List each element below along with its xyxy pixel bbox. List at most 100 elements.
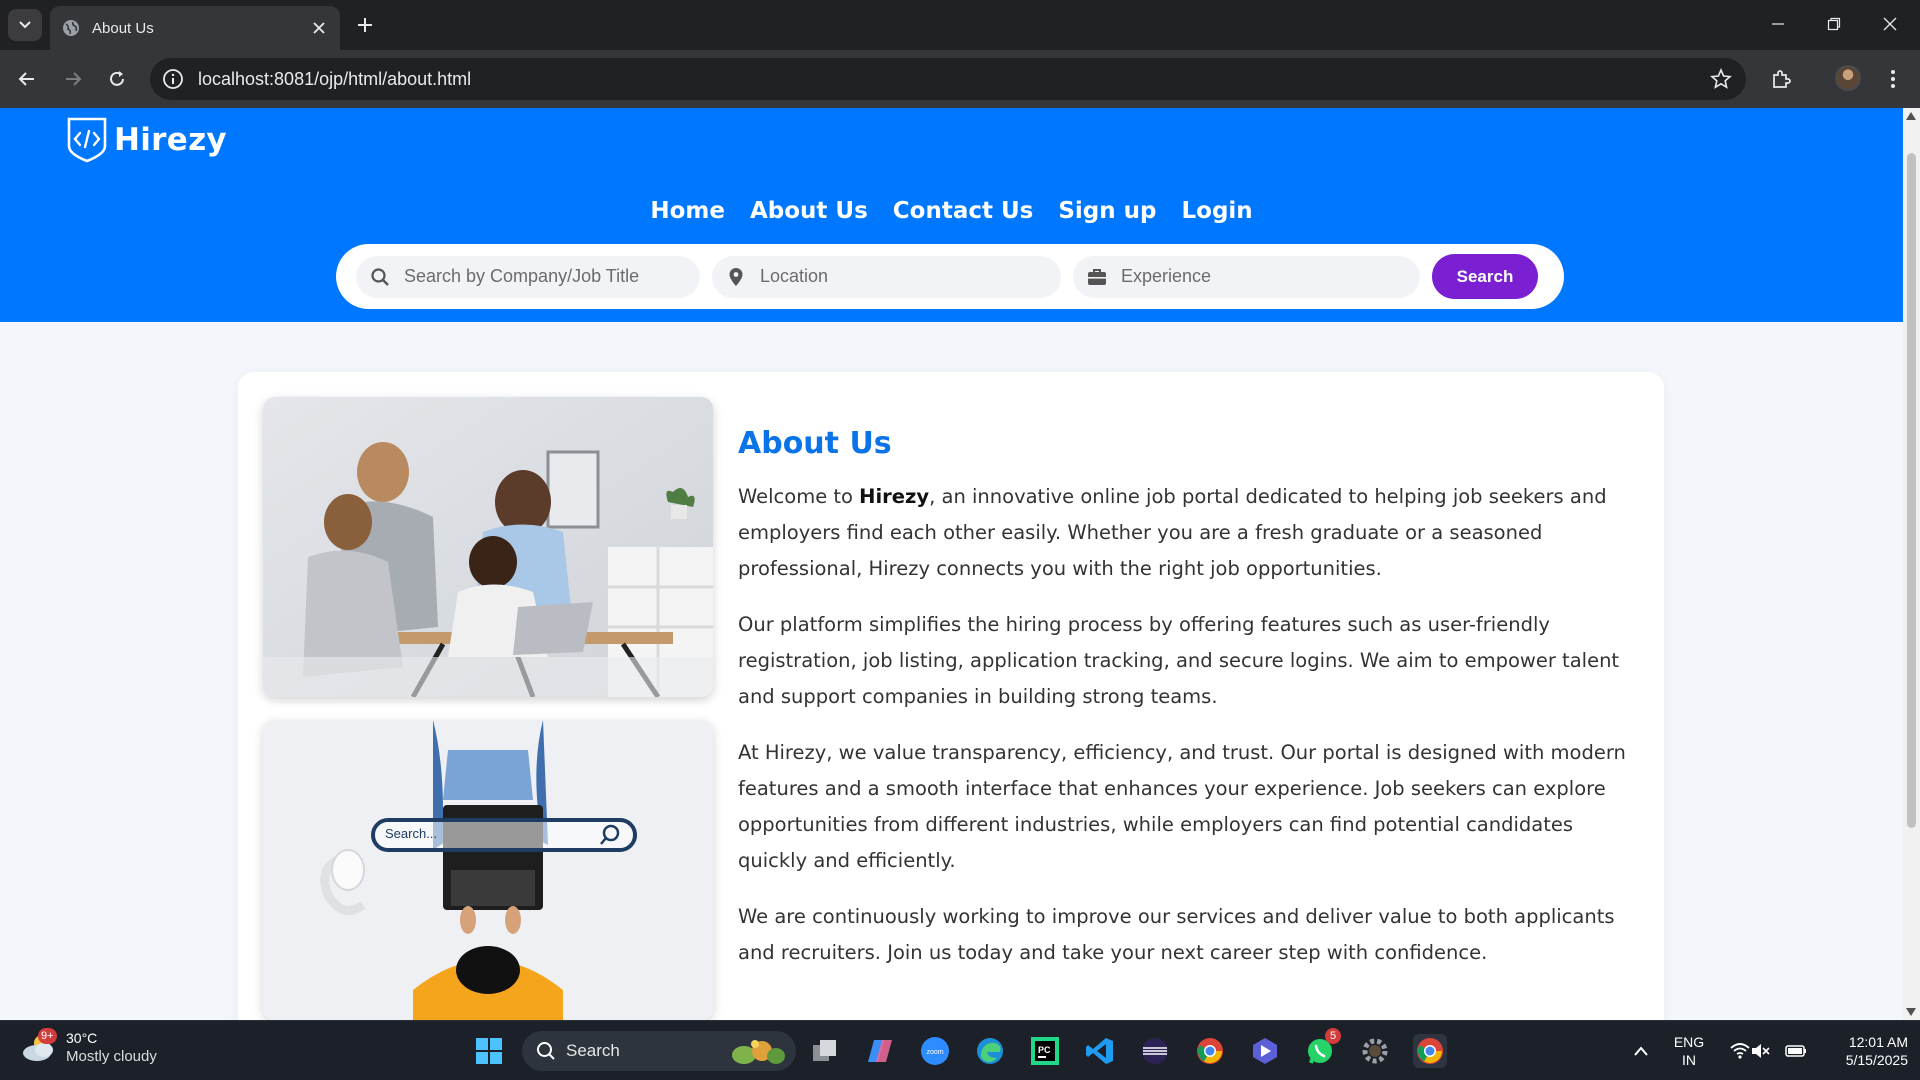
restore-button[interactable] (1812, 8, 1856, 40)
browser-tab-strip: About Us (0, 0, 1920, 50)
bookmark-star-icon[interactable] (1710, 68, 1732, 90)
pycharm-app[interactable]: PC (1028, 1034, 1062, 1068)
scroll-down-arrow-icon[interactable] (1906, 1008, 1916, 1016)
svg-text:PC: PC (1038, 1045, 1051, 1055)
browser-toolbar: localhost:8081/ojp/html/about.html (0, 50, 1920, 108)
brand-highlight: Hirezy (859, 485, 930, 508)
nav-sign-up[interactable]: Sign up (1058, 198, 1156, 224)
weather-temperature: 30°C (66, 1030, 98, 1046)
svg-text:zoom: zoom (926, 1049, 943, 1056)
search-highlight-icon (732, 1040, 785, 1064)
nav-contact-us[interactable]: Contact Us (893, 198, 1034, 224)
settings-app[interactable] (1358, 1034, 1392, 1068)
experience-input[interactable]: Experience (1073, 255, 1420, 298)
zoom-app[interactable]: zoom (918, 1034, 952, 1068)
experience-placeholder: Experience (1121, 266, 1212, 286)
globe-icon (63, 20, 79, 36)
close-window-button[interactable] (1868, 8, 1912, 40)
clock[interactable]: 12:01 AM 5/15/2025 (1818, 1033, 1908, 1069)
new-tab-button[interactable] (352, 12, 378, 38)
extensions-button[interactable] (1766, 64, 1796, 94)
minimize-button[interactable] (1756, 8, 1800, 40)
task-view-icon (813, 1040, 836, 1061)
start-button[interactable] (472, 1034, 506, 1068)
vscode-app[interactable] (1083, 1034, 1117, 1068)
whatsapp-badge: 5 (1325, 1028, 1341, 1044)
eclipse-icon (1142, 1038, 1168, 1064)
more-vertical-icon (1891, 70, 1895, 88)
search-icon (371, 267, 389, 286)
plus-icon (358, 18, 372, 32)
tab-search-button[interactable] (8, 9, 42, 41)
task-view-button[interactable] (808, 1034, 842, 1068)
site-logo[interactable]: Hirezy (66, 116, 227, 164)
windows-taskbar: 9+ 30°C Mostly cloudy Search zoom PC 5 E… (0, 1020, 1920, 1080)
search-button[interactable]: Search (1432, 254, 1538, 299)
address-bar[interactable]: localhost:8081/ojp/html/about.html (150, 58, 1746, 100)
hexagon-app-icon (1253, 1038, 1277, 1064)
arrow-left-icon (18, 72, 34, 86)
browser-menu-button[interactable] (1878, 64, 1908, 94)
volume-muted-icon (1752, 1044, 1770, 1058)
windows-logo-icon (476, 1038, 502, 1064)
language-indicator[interactable]: ENG IN (1670, 1033, 1708, 1069)
location-input[interactable]: Location (712, 255, 1061, 298)
battery-indicator[interactable] (1782, 1034, 1810, 1068)
chrome-app[interactable] (1193, 1034, 1227, 1068)
scroll-up-arrow-icon[interactable] (1906, 112, 1916, 120)
taskbar-search[interactable]: Search (522, 1031, 796, 1071)
chrome-icon (1417, 1038, 1443, 1064)
team-meeting-image (263, 397, 713, 697)
browser-tab-active[interactable]: About Us (50, 6, 340, 50)
about-paragraph-1: Welcome to Hirezy, an innovative online … (738, 485, 1607, 580)
nav-home[interactable]: Home (650, 198, 725, 224)
company-search-input[interactable]: Search by Company/Job Title (356, 255, 700, 298)
gear-icon (1362, 1038, 1388, 1064)
about-content: About Us Welcome to Hirezy, an innovativ… (738, 426, 1638, 991)
edge-app[interactable] (973, 1034, 1007, 1068)
chrome-icon (1197, 1038, 1223, 1064)
about-paragraph-2: Our platform simplifies the hiring proce… (738, 613, 1620, 708)
copilot-icon (868, 1040, 892, 1062)
location-pin-icon (729, 267, 743, 286)
nav-about-us[interactable]: About Us (750, 198, 868, 224)
code-shield-icon (67, 117, 107, 163)
job-search-bar: Search by Company/Job Title Location Exp… (336, 244, 1564, 309)
arrow-right-icon (66, 72, 82, 86)
clock-time: 12:01 AM (1848, 1034, 1908, 1050)
weather-widget[interactable]: 9+ 30°C Mostly cloudy (20, 1028, 157, 1067)
eclipse-app[interactable] (1138, 1034, 1172, 1068)
page-scrollbar[interactable] (1903, 108, 1920, 1020)
profile-avatar[interactable] (1835, 65, 1861, 91)
site-info-icon[interactable] (162, 68, 184, 90)
tab-title: About Us (92, 19, 154, 37)
search-icon (537, 1042, 555, 1060)
wifi-icon (1730, 1043, 1750, 1059)
forward-button[interactable] (58, 64, 88, 94)
back-button[interactable] (12, 64, 42, 94)
tray-overflow-button[interactable] (1624, 1034, 1658, 1068)
briefcase-icon (1088, 268, 1106, 285)
reload-button[interactable] (102, 64, 132, 94)
chrome-active-app[interactable] (1413, 1034, 1447, 1068)
nav-login[interactable]: Login (1181, 198, 1252, 224)
whatsapp-app[interactable]: 5 (1303, 1028, 1341, 1068)
about-paragraph-3: At Hirezy, we value transparency, effici… (738, 741, 1626, 872)
close-icon (1883, 17, 1897, 31)
scrollbar-thumb[interactable] (1907, 153, 1916, 828)
network-volume-battery[interactable] (1718, 1034, 1782, 1068)
main-nav: Home About Us Contact Us Sign up Login (0, 198, 1903, 224)
chevron-down-icon (19, 21, 31, 29)
reload-icon (110, 71, 124, 86)
chevron-up-icon (1634, 1046, 1648, 1056)
image-search-text: Search... (385, 826, 438, 841)
edge-icon (977, 1038, 1003, 1064)
restore-icon (1827, 17, 1841, 31)
zoom-icon: zoom (921, 1037, 949, 1065)
close-tab-icon[interactable] (310, 19, 328, 37)
screen-app[interactable] (1248, 1034, 1282, 1068)
about-card: Search... About Us Welcome to Hirezy, an… (238, 372, 1664, 1020)
copilot-app[interactable] (863, 1034, 897, 1068)
page-viewport: Hirezy Home About Us Contact Us Sign up … (0, 108, 1903, 1020)
cloudy-weather-icon: 9+ (20, 1028, 58, 1065)
